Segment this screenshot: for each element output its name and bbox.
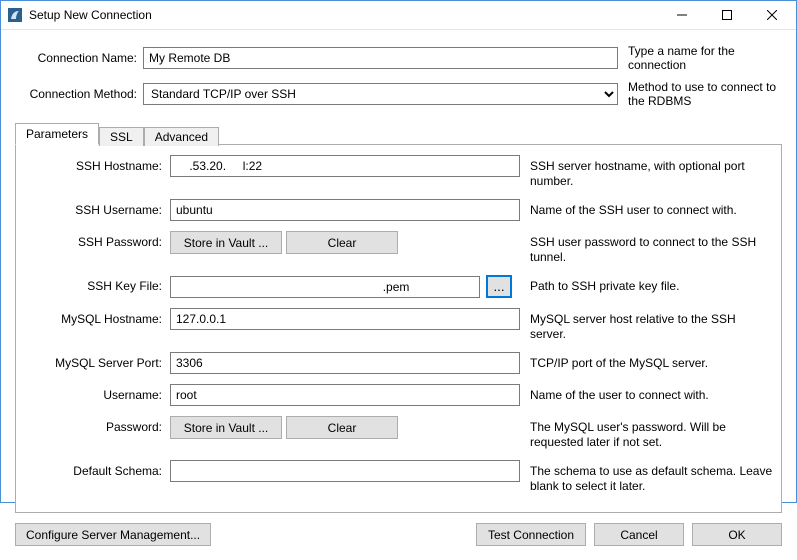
ssh-hostname-label: SSH Hostname: <box>24 155 170 173</box>
connection-method-help: Method to use to connect to the RDBMS <box>618 80 782 108</box>
mysql-hostname-help: MySQL server host relative to the SSH se… <box>520 308 773 342</box>
password-label: Password: <box>24 416 170 434</box>
test-connection-button[interactable]: Test Connection <box>476 523 586 546</box>
password-clear-button[interactable]: Clear <box>286 416 398 439</box>
tab-panel-parameters: SSH Hostname: SSH server hostname, with … <box>15 144 782 513</box>
connection-name-label: Connection Name: <box>15 51 143 65</box>
ssh-password-store-vault-button[interactable]: Store in Vault ... <box>170 231 282 254</box>
ok-button[interactable]: OK <box>692 523 782 546</box>
dialog-window: Setup New Connection Connection Name: Ty… <box>0 0 797 503</box>
ssh-hostname-help: SSH server hostname, with optional port … <box>520 155 773 189</box>
username-input[interactable] <box>170 384 520 406</box>
tab-ssl[interactable]: SSL <box>99 127 144 146</box>
username-label: Username: <box>24 384 170 402</box>
ssh-password-help: SSH user password to connect to the SSH … <box>520 231 773 265</box>
ssh-keyfile-label: SSH Key File: <box>24 275 170 293</box>
password-help: The MySQL user's password. Will be reque… <box>520 416 773 450</box>
configure-server-management-button[interactable]: Configure Server Management... <box>15 523 211 546</box>
password-store-vault-button[interactable]: Store in Vault ... <box>170 416 282 439</box>
mysql-port-help: TCP/IP port of the MySQL server. <box>520 352 773 371</box>
default-schema-input[interactable] <box>170 460 520 482</box>
connection-name-input[interactable] <box>143 47 618 69</box>
cancel-button[interactable]: Cancel <box>594 523 684 546</box>
titlebar: Setup New Connection <box>1 1 796 30</box>
ssh-hostname-input[interactable] <box>170 155 520 177</box>
footer: Configure Server Management... Test Conn… <box>15 513 782 554</box>
connection-name-help: Type a name for the connection <box>618 44 782 72</box>
default-schema-label: Default Schema: <box>24 460 170 478</box>
mysql-port-input[interactable] <box>170 352 520 374</box>
mysql-hostname-label: MySQL Hostname: <box>24 308 170 326</box>
username-help: Name of the user to connect with. <box>520 384 773 403</box>
app-icon <box>7 7 23 23</box>
close-button[interactable] <box>749 1 794 29</box>
ssh-keyfile-input[interactable] <box>170 276 480 298</box>
ssh-username-label: SSH Username: <box>24 199 170 217</box>
ssh-keyfile-help: Path to SSH private key file. <box>520 275 773 294</box>
window-title: Setup New Connection <box>29 8 152 22</box>
content-area: Connection Name: Type a name for the con… <box>1 30 796 560</box>
tab-parameters[interactable]: Parameters <box>15 123 99 145</box>
ssh-username-input[interactable] <box>170 199 520 221</box>
maximize-button[interactable] <box>704 1 749 29</box>
ssh-username-help: Name of the SSH user to connect with. <box>520 199 773 218</box>
mysql-hostname-input[interactable] <box>170 308 520 330</box>
minimize-button[interactable] <box>659 1 704 29</box>
tab-strip: Parameters SSL Advanced <box>15 122 782 144</box>
default-schema-help: The schema to use as default schema. Lea… <box>520 460 773 494</box>
connection-method-label: Connection Method: <box>15 87 143 101</box>
ssh-password-clear-button[interactable]: Clear <box>286 231 398 254</box>
connection-method-select[interactable]: Standard TCP/IP over SSH <box>143 83 618 105</box>
ssh-keyfile-browse-button[interactable]: ... <box>486 275 512 298</box>
mysql-port-label: MySQL Server Port: <box>24 352 170 370</box>
ssh-password-label: SSH Password: <box>24 231 170 249</box>
tab-advanced[interactable]: Advanced <box>144 127 219 146</box>
